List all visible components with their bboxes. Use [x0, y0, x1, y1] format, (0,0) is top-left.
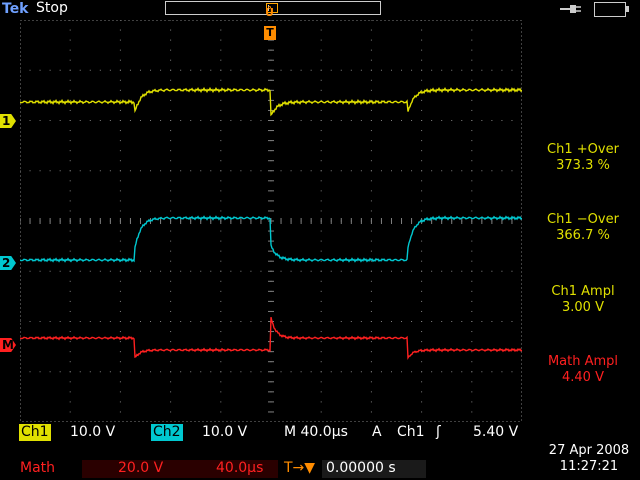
ch2-label[interactable]: Ch2: [151, 424, 183, 441]
ch2-ground-marker[interactable]: 2: [0, 256, 16, 270]
trigger-position-icon: Ů: [265, 6, 274, 19]
waveform-display[interactable]: [20, 20, 522, 422]
power-plug-icon: [560, 5, 581, 13]
math-ground-marker[interactable]: M: [0, 338, 16, 352]
acquisition-state: Stop: [36, 0, 68, 16]
date: 27 Apr 2008: [548, 443, 630, 458]
ch2-scale: 10.0 V: [202, 424, 248, 440]
measurement-value: 366.7 %: [556, 228, 610, 243]
brand-logo: Tek: [2, 1, 29, 17]
measurement-label: Ch1 Ampl: [551, 284, 615, 299]
measurement-label: Ch1 −Over: [547, 212, 619, 227]
ch1-ground-marker[interactable]: 1: [0, 114, 16, 128]
measurement-value: 4.40 V: [562, 370, 604, 385]
measurement-math-amplitude: Math Ampl 4.40 V: [526, 354, 640, 386]
trigger-level: 5.40 V: [473, 424, 519, 440]
trigger-point-marker[interactable]: T: [264, 26, 276, 40]
trigger-source: Ch1: [397, 424, 425, 440]
time: 11:27:21: [559, 459, 619, 474]
ch1-label[interactable]: Ch1: [19, 424, 51, 441]
trigger-position-icon: T→▼: [284, 460, 316, 476]
measurement-ch1-pos-overshoot: Ch1 +Over 373.3 %: [526, 142, 640, 174]
measurement-value: 3.00 V: [562, 300, 604, 315]
math-scale: 20.0 V: [118, 460, 164, 476]
measurement-value: 373.3 %: [556, 158, 610, 173]
battery-icon: [594, 2, 629, 17]
measurement-ch1-amplitude: Ch1 Ampl 3.00 V: [526, 284, 640, 316]
measurement-label: Math Ampl: [547, 354, 619, 369]
graticule: [20, 20, 522, 422]
measurement-label: Ch1 +Over: [547, 142, 619, 157]
measurement-ch1-neg-overshoot: Ch1 −Over 366.7 %: [526, 212, 640, 244]
channel-readout-bar: Ch1 10.0 V Ch2 10.0 V M 40.0µs A Ch1 ʃ 5…: [18, 424, 524, 442]
math-label[interactable]: Math: [20, 460, 55, 477]
trigger-slope-icon: ʃ: [436, 424, 441, 440]
ch1-waveform: [20, 86, 522, 117]
trigger-position-value: 0.00000 s: [326, 460, 396, 476]
date-time: 27 Apr 2008 11:27:21: [538, 443, 640, 475]
trigger-mode: A: [372, 424, 382, 440]
status-bar: Tek Stop Ů: [0, 0, 640, 20]
math-time: 40.0µs: [216, 460, 264, 476]
timebase-readout: M 40.0µs: [284, 424, 348, 440]
ch1-scale: 10.0 V: [70, 424, 116, 440]
